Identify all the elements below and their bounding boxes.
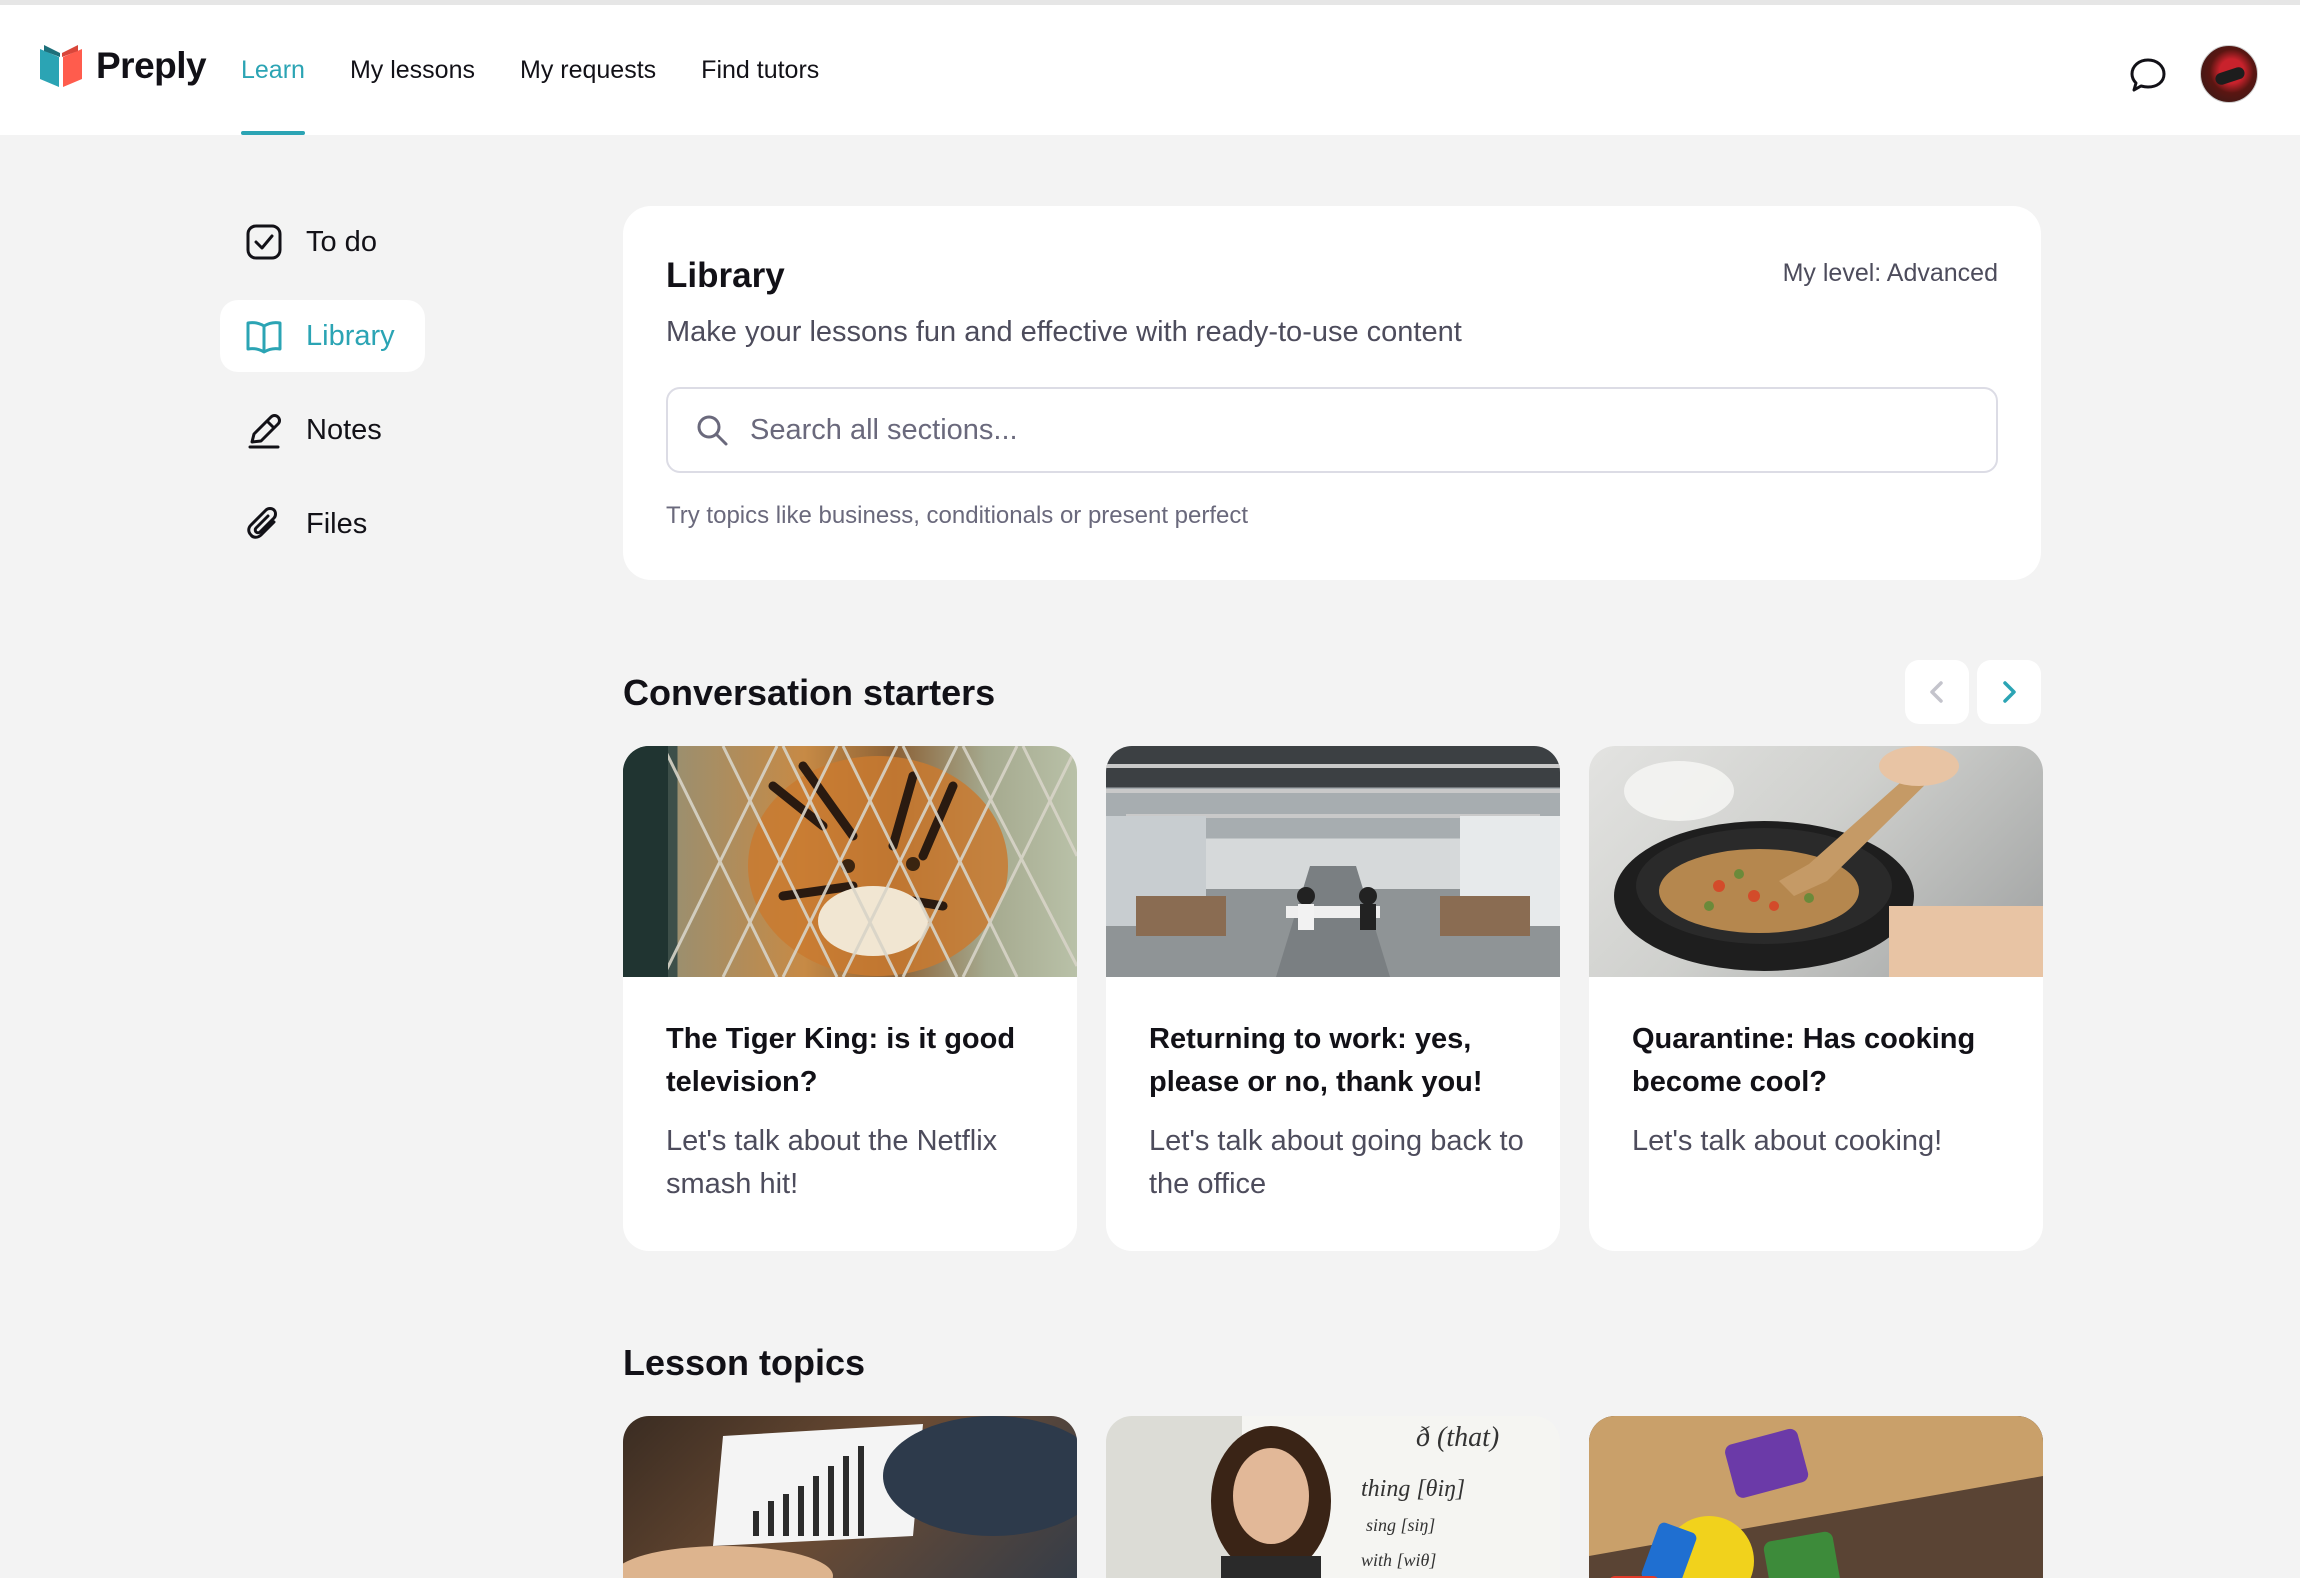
- sidebar-item-files[interactable]: Files: [220, 488, 425, 560]
- main-nav: Learn My lessons My requests Find tutors: [241, 5, 864, 135]
- card-title: Quarantine: Has cooking become cool?: [1632, 1023, 1976, 1098]
- library-subtitle: Make your lessons fun and effective with…: [666, 316, 1462, 348]
- chat-bubble-icon[interactable]: [2128, 55, 2168, 95]
- carousel-next-button[interactable]: [1977, 660, 2041, 724]
- nav-learn[interactable]: Learn: [241, 5, 305, 135]
- office-illustration: [1106, 764, 1560, 977]
- svg-text:with [wiθ]: with [wiθ]: [1361, 1550, 1436, 1570]
- pen-icon: [248, 414, 281, 449]
- tiger-image: [623, 746, 1077, 977]
- card-description: Let's talk about going back to the offic…: [1149, 1125, 1524, 1200]
- search-box[interactable]: [666, 387, 1998, 473]
- office-image: [1106, 746, 1560, 977]
- cooking-illustration: [1614, 746, 2043, 977]
- sidebar-item-label: Notes: [306, 413, 382, 446]
- business-chart-image: [623, 1416, 1077, 1578]
- search-hint: Try topics like business, conditionals o…: [666, 502, 1249, 529]
- preply-logo[interactable]: Preply: [38, 43, 207, 89]
- checkbox-icon: [246, 224, 282, 260]
- brand-name: Preply: [96, 45, 207, 86]
- sidebar-item-to-do[interactable]: To do: [220, 206, 425, 278]
- top-navigation-bar: Preply Learn My lessons My requests Find…: [0, 5, 2300, 135]
- chevron-left-icon: [1930, 681, 1943, 703]
- nav-my-requests[interactable]: My requests: [520, 5, 656, 135]
- sidebar-item-library[interactable]: Library: [220, 300, 425, 372]
- paperclip-icon: [247, 507, 277, 539]
- tiger-illustration: [623, 746, 1077, 977]
- topic-card-business[interactable]: [623, 1416, 1077, 1578]
- letter-blocks-image: [1589, 1416, 2043, 1578]
- nav-my-lessons[interactable]: My lessons: [350, 5, 475, 135]
- nav-find-tutors[interactable]: Find tutors: [701, 5, 819, 135]
- lesson-topics-title: Lesson topics: [623, 1342, 866, 1383]
- conversation-card[interactable]: The Tiger King: is it good television? L…: [623, 746, 1077, 1251]
- library-title: Library: [666, 256, 785, 295]
- sidebar-item-label: Files: [306, 507, 368, 540]
- card-title: Returning to work: yes, please or no, th…: [1149, 1023, 1483, 1098]
- carousel-prev-button[interactable]: [1905, 660, 1969, 724]
- cooking-image: [1589, 746, 2043, 977]
- search-icon: [697, 415, 728, 446]
- search-input[interactable]: [750, 413, 1950, 447]
- svg-text:thing [θiŋ]: thing [θiŋ]: [1361, 1476, 1465, 1502]
- card-description: Let's talk about the Netflix smash hit!: [666, 1125, 998, 1200]
- sidebar-item-notes[interactable]: Notes: [220, 394, 425, 466]
- svg-text:ð (that): ð (that): [1416, 1422, 1499, 1453]
- teacher-whiteboard-image: ð (that) thing [θiŋ] sing [siŋ] with [wi…: [1211, 1422, 1499, 1578]
- conversation-starters-title: Conversation starters: [623, 672, 996, 713]
- user-avatar[interactable]: [2200, 45, 2258, 103]
- topic-card-vocabulary[interactable]: [1589, 1416, 2043, 1578]
- book-icon: [246, 321, 282, 354]
- card-description: Let's talk about cooking!: [1632, 1125, 1943, 1157]
- sidebar-item-label: To do: [306, 225, 377, 258]
- svg-text:sing [siŋ]: sing [siŋ]: [1366, 1515, 1435, 1535]
- level-indicator[interactable]: My level: Advanced: [1783, 259, 1998, 288]
- chevron-right-icon: [2003, 681, 2016, 703]
- preply-logo-icon: [40, 45, 82, 87]
- card-title: The Tiger King: is it good television?: [666, 1023, 1016, 1098]
- conversation-card[interactable]: Quarantine: Has cooking become cool? Let…: [1589, 746, 2043, 1251]
- conversation-card[interactable]: Returning to work: yes, please or no, th…: [1106, 746, 1560, 1251]
- library-panel: Library My level: Advanced Make your les…: [623, 206, 2041, 580]
- topic-card-pronunciation[interactable]: ð (that) thing [θiŋ] sing [siŋ] with [wi…: [1106, 1416, 1560, 1578]
- sidebar-item-label: Library: [306, 319, 395, 352]
